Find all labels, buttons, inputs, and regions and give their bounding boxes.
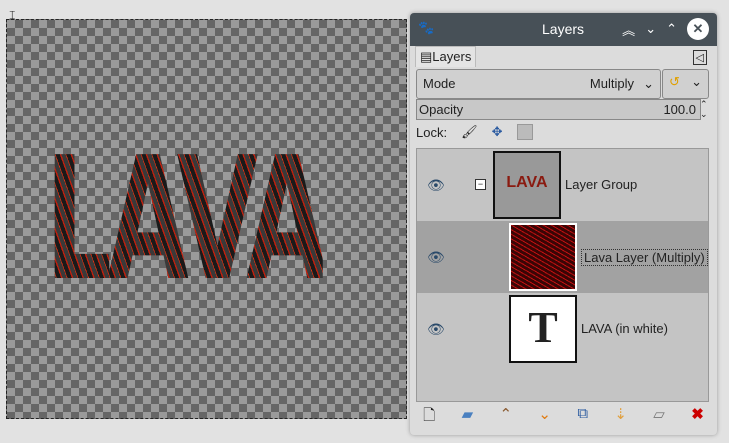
lava-text-image: LAVA	[45, 121, 328, 319]
delete-layer-icon[interactable]: ✖	[691, 405, 704, 430]
lock-alpha-checker-icon[interactable]	[516, 124, 533, 140]
reset-icon: ↺	[669, 74, 680, 89]
layers-list[interactable]: 👁 − LAVA Layer Group 👁 Lava Layer (Multi…	[416, 148, 709, 402]
add-mask-icon[interactable]: ▱	[653, 405, 665, 430]
layer-thumbnail	[509, 223, 577, 291]
layer-row-text[interactable]: 👁 T LAVA (in white)	[417, 293, 708, 365]
layers-toolbar: 🗋 ▰ ⌃ ⌄ ⧉ ⇣ ▱ ✖	[410, 405, 717, 430]
raise-layer-icon[interactable]: ⌃	[499, 405, 512, 430]
minimize-button[interactable]: ⌄	[645, 21, 656, 37]
dock-title: Layers	[542, 21, 585, 37]
layer-row-lava[interactable]: 👁 Lava Layer (Multiply)	[417, 221, 708, 293]
chevron-down-icon: ⌄	[643, 76, 654, 91]
opacity-label: Opacity	[419, 102, 464, 117]
new-layer-icon[interactable]: 🗋	[423, 405, 435, 430]
lock-row: Lock: 🖌 ✥	[416, 124, 533, 140]
keep-above-button[interactable]: ︽	[622, 20, 635, 39]
visibility-eye-icon[interactable]: 👁	[427, 177, 445, 194]
chevron-down-icon: ⌄	[691, 74, 702, 89]
mode-select[interactable]: Mode Multiply ⌄	[416, 69, 661, 99]
tab-menu-button[interactable]: ◁	[692, 50, 707, 65]
new-layer-group-icon[interactable]: ▰	[462, 405, 474, 430]
lock-position-move-icon[interactable]: ✥	[492, 124, 503, 140]
layers-tab-icon: ▤	[420, 49, 433, 64]
maximize-button[interactable]: ⌃	[666, 21, 677, 37]
opacity-value: 100.0	[663, 102, 696, 117]
duplicate-layer-icon[interactable]: ⧉	[577, 405, 588, 430]
dock-titlebar[interactable]: 🐾 Layers ︽ ⌄ ⌃ ✕	[410, 13, 717, 46]
layers-dock: 🐾 Layers ︽ ⌄ ⌃ ✕ ▤Layers ◁ Mode Multiply…	[410, 13, 717, 435]
lock-label: Lock:	[416, 124, 448, 140]
mode-value: Multiply	[589, 76, 634, 91]
close-button[interactable]: ✕	[687, 18, 709, 40]
opacity-spin-buttons[interactable]: ⌃ ⌄	[700, 99, 708, 119]
layer-thumbnail: LAVA	[493, 151, 561, 219]
lower-layer-icon[interactable]: ⌄	[538, 405, 551, 430]
gimp-logo-icon: 🐾	[418, 20, 435, 35]
tab-label: Layers	[432, 49, 472, 64]
visibility-eye-icon[interactable]: 👁	[427, 321, 445, 338]
merge-down-icon[interactable]: ⇣	[614, 405, 627, 430]
opacity-slider[interactable]: Opacity 100.0	[416, 99, 701, 120]
layer-name[interactable]: LAVA (in white)	[581, 321, 668, 336]
composite-mode-button[interactable]: ↺ ⌄	[662, 69, 709, 99]
lock-pixels-brush-icon[interactable]: 🖌	[461, 124, 478, 140]
image-canvas[interactable]: LAVA	[6, 19, 407, 419]
mode-label: Mode	[423, 76, 456, 91]
layer-name[interactable]: Lava Layer (Multiply)	[581, 249, 708, 266]
layer-row-group[interactable]: 👁 − LAVA Layer Group	[417, 149, 708, 221]
tab-layers[interactable]: ▤Layers	[415, 46, 477, 67]
layer-name[interactable]: Layer Group	[565, 177, 637, 192]
visibility-eye-icon[interactable]: 👁	[427, 249, 445, 266]
text-layer-thumbnail: T	[509, 295, 577, 363]
collapse-icon[interactable]: −	[475, 179, 486, 190]
